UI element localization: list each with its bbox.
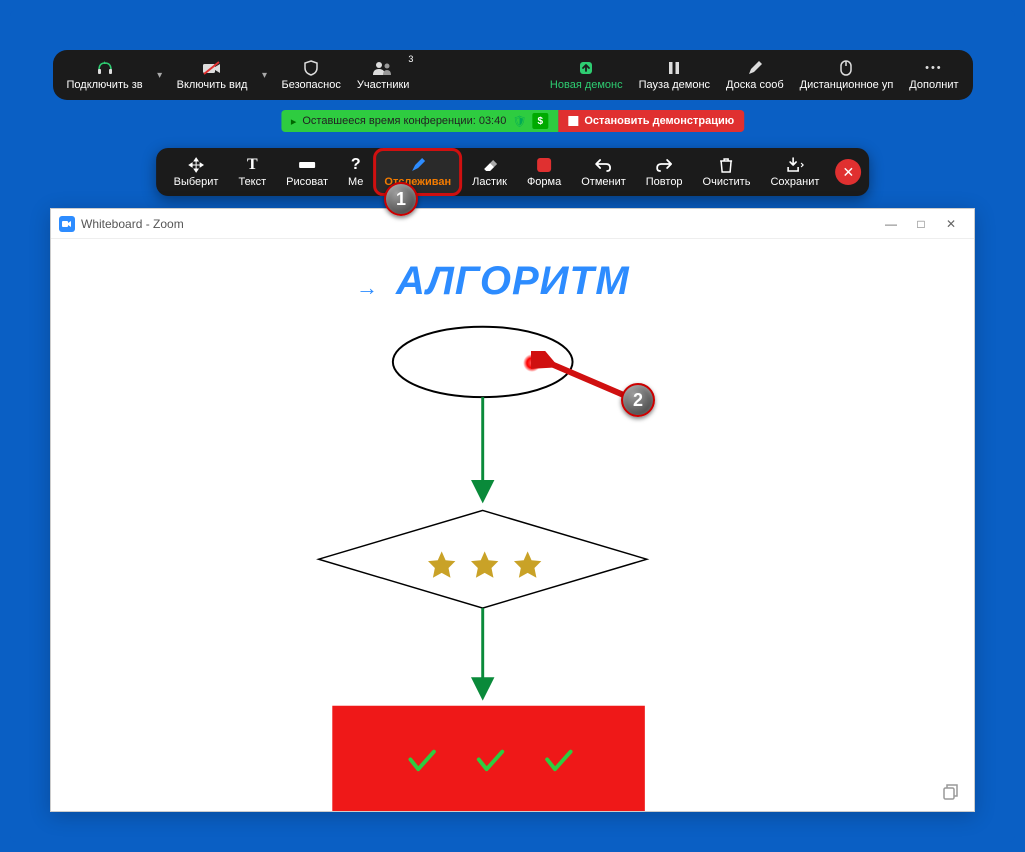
shield-icon <box>303 59 319 77</box>
draw-icon <box>298 156 316 174</box>
more-icon: ••• <box>925 59 943 77</box>
clear-label: Очистить <box>703 176 751 188</box>
save-tool[interactable]: Сохранит <box>760 148 829 196</box>
eraser-label: Ластик <box>472 176 507 188</box>
window-titlebar[interactable]: Whiteboard - Zoom — □ ✕ <box>51 209 974 239</box>
timer-dollar-icon: $ <box>532 113 548 129</box>
whiteboard-window: Whiteboard - Zoom — □ ✕ → АЛГОРИТМ <box>50 208 975 812</box>
window-title: Whiteboard - Zoom <box>81 217 184 231</box>
pause-icon <box>667 59 681 77</box>
stamp-label: Ме <box>348 176 363 188</box>
timer-section[interactable]: ▸ Оставшееся время конференции: 03:40 🛡 … <box>281 110 559 132</box>
format-icon <box>537 156 551 174</box>
join-audio-label: Подключить зв <box>67 79 143 91</box>
close-window-button[interactable]: ✕ <box>936 209 966 238</box>
stamp-tool[interactable]: ? Ме <box>338 148 373 196</box>
text-label: Текст <box>238 176 266 188</box>
stop-share-button[interactable]: Остановить демонстрацию <box>558 110 744 132</box>
timer-text: Оставшееся время конференции: 03:40 <box>302 115 506 127</box>
whiteboard-canvas[interactable]: → АЛГОРИТМ <box>51 239 974 811</box>
whiteboard-button[interactable]: Доска сооб <box>718 50 792 100</box>
draw-label: Рисоват <box>286 176 328 188</box>
new-share-icon <box>575 59 597 77</box>
video-label: Включить вид <box>177 79 248 91</box>
move-icon <box>188 156 204 174</box>
stop-share-label: Остановить демонстрацию <box>584 115 734 127</box>
more-button[interactable]: ••• Дополнит <box>901 50 966 100</box>
audio-caret-icon[interactable]: ▾ <box>151 70 169 81</box>
pencil-icon <box>747 59 763 77</box>
more-label: Дополнит <box>909 79 958 91</box>
start-video-button[interactable]: Включить вид <box>169 50 256 100</box>
question-icon: ? <box>351 156 361 174</box>
format-label: Форма <box>527 176 561 188</box>
format-tool[interactable]: Форма <box>517 148 571 196</box>
stop-icon <box>568 116 578 126</box>
video-off-icon <box>202 59 222 77</box>
join-audio-button[interactable]: Подключить зв <box>59 50 151 100</box>
maximize-button[interactable]: □ <box>906 209 936 238</box>
canvas-title: АЛГОРИТМ <box>396 259 630 304</box>
text-icon: T <box>247 156 258 174</box>
whiteboard-label: Доска сооб <box>726 79 784 91</box>
undo-label: Отменит <box>581 176 626 188</box>
headphones-icon <box>96 59 114 77</box>
eraser-icon <box>482 156 498 174</box>
select-tool[interactable]: Выберит <box>164 148 229 196</box>
flowchart-drawing <box>51 299 974 811</box>
remote-label: Дистанционное уп <box>800 79 894 91</box>
participants-icon <box>372 59 394 77</box>
copy-canvas-button[interactable] <box>940 781 962 803</box>
video-caret-icon[interactable]: ▾ <box>255 70 273 81</box>
clear-tool[interactable]: Очистить <box>693 148 761 196</box>
redo-tool[interactable]: Повтор <box>636 148 693 196</box>
title-arrow-icon: → <box>356 275 378 301</box>
new-share-label: Новая демонс <box>550 79 623 91</box>
new-share-button[interactable]: Новая демонс <box>542 50 631 100</box>
security-label: Безопаснос <box>281 79 340 91</box>
spotlight-icon <box>410 156 426 174</box>
security-button[interactable]: Безопаснос <box>273 50 348 100</box>
undo-tool[interactable]: Отменит <box>571 148 636 196</box>
eraser-tool[interactable]: Ластик <box>462 148 517 196</box>
draw-tool[interactable]: Рисоват <box>276 148 338 196</box>
minimize-button[interactable]: — <box>876 209 906 238</box>
share-status-bar: ▸ Оставшееся время конференции: 03:40 🛡 … <box>281 110 744 132</box>
mouse-icon <box>840 59 852 77</box>
step-marker-1: 1 <box>384 182 418 216</box>
close-annotation-button[interactable]: ✕ <box>835 159 861 185</box>
remote-control-button[interactable]: Дистанционное уп <box>792 50 902 100</box>
main-toolbar: Подключить зв ▾ Включить вид ▾ Безопасно… <box>53 50 973 100</box>
zoom-logo-icon <box>59 216 75 232</box>
participants-button[interactable]: 3 Участники <box>349 50 418 100</box>
pause-share-label: Пауза демонс <box>639 79 710 91</box>
participants-count-badge: 3 <box>408 54 413 64</box>
save-icon <box>786 156 804 174</box>
annotation-toolbar: Выберит T Текст Рисоват ? Ме Отслеживан … <box>156 148 870 196</box>
trash-icon <box>719 156 733 174</box>
text-tool[interactable]: T Текст <box>228 148 276 196</box>
save-label: Сохранит <box>770 176 819 188</box>
redo-icon <box>656 156 672 174</box>
timer-play-icon: ▸ <box>291 115 297 128</box>
redo-label: Повтор <box>646 176 683 188</box>
select-label: Выберит <box>174 176 219 188</box>
step-marker-2: 2 <box>621 383 655 417</box>
undo-icon <box>595 156 611 174</box>
timer-shield-icon: 🛡 <box>512 115 526 128</box>
pause-share-button[interactable]: Пауза демонс <box>631 50 718 100</box>
participants-label: Участники <box>357 79 410 91</box>
